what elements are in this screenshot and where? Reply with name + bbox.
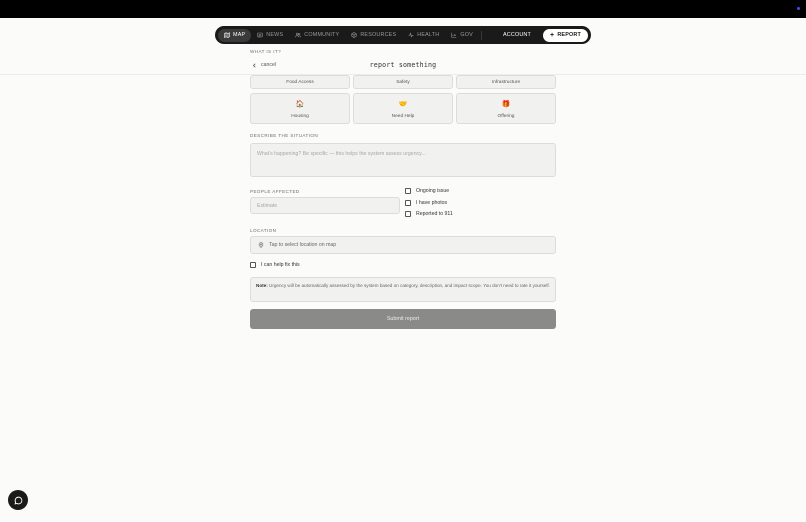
category-need-help[interactable]: 🤝 Need Help: [353, 93, 453, 124]
help-fix-checkbox[interactable]: I can help fix this: [250, 262, 300, 268]
nav-item-news[interactable]: NEWS: [251, 29, 289, 42]
checkbox-box[interactable]: [405, 188, 411, 194]
top-bar: [0, 0, 806, 18]
category-label: Food Access: [286, 80, 314, 85]
nav-label: RESOURCES: [360, 32, 397, 38]
page-title: report something: [369, 61, 437, 69]
users-icon: [295, 32, 302, 38]
have-photos-checkbox[interactable]: I have photos: [405, 200, 447, 206]
category-housing[interactable]: 🏠 Housing: [250, 93, 350, 124]
checkbox-box[interactable]: [405, 211, 411, 217]
ongoing-issue-checkbox[interactable]: Ongoing issue: [405, 188, 449, 194]
cancel-label: cancel: [261, 62, 276, 68]
main-nav: MAP NEWS COMMUNITY RESOURCES HEALTH GOV …: [215, 26, 591, 44]
checkbox-box[interactable]: [405, 200, 411, 206]
nav-label: ACCOUNT: [502, 32, 532, 38]
status-dot: [797, 7, 800, 10]
chat-button[interactable]: [8, 490, 28, 510]
nav-label: GOV: [460, 32, 473, 38]
nav-item-gov[interactable]: GOV: [445, 29, 479, 42]
describe-textarea[interactable]: What's happening? Be specific — this hel…: [250, 143, 556, 177]
chat-bubble-icon: [13, 496, 22, 505]
category-infrastructure[interactable]: Infrastructure: [456, 75, 556, 89]
house-icon: 🏠: [295, 101, 305, 108]
category-label: Need Help: [391, 114, 415, 119]
checkbox-label: Ongoing issue: [416, 188, 450, 194]
reported-911-checkbox[interactable]: Reported to 911: [405, 211, 453, 217]
location-placeholder: Tap to select location on map: [269, 242, 337, 248]
note-text: Urgency will be automatically assessed b…: [269, 283, 550, 288]
nav-item-community[interactable]: COMMUNITY: [289, 29, 345, 42]
nav-label: NEWS: [266, 32, 284, 38]
nav-item-map[interactable]: MAP: [218, 28, 252, 42]
report-button[interactable]: + REPORT: [543, 28, 588, 42]
checkbox-label: Reported to 911: [416, 211, 453, 217]
nav-item-resources[interactable]: RESOURCES: [345, 29, 402, 42]
nav-item-health[interactable]: HEALTH: [402, 29, 445, 42]
cancel-link[interactable]: cancel: [252, 62, 276, 68]
describe-label: DESCRIBE THE SITUATION: [250, 133, 319, 138]
newspaper-icon: [257, 32, 263, 38]
category-label: Housing: [291, 114, 309, 119]
map-pin-icon: [258, 242, 264, 248]
chart-icon: [451, 32, 457, 38]
category-label: Infrastructure: [491, 80, 521, 85]
category-food-access[interactable]: Food Access: [250, 75, 350, 89]
nav-separator: [480, 30, 482, 40]
submit-button[interactable]: Submit report: [250, 309, 556, 329]
checkbox-label: I can help fix this: [261, 262, 300, 268]
people-affected-label: PEOPLE AFFECTED: [250, 189, 300, 194]
location-input[interactable]: Tap to select location on map: [250, 236, 556, 254]
nav-item-account[interactable]: ACCOUNT: [497, 29, 537, 42]
location-label: LOCATION: [250, 228, 277, 233]
urgency-note: Note: Urgency will be automatically asse…: [250, 277, 556, 302]
box-icon: [351, 32, 357, 38]
people-affected-input[interactable]: Estimate: [250, 197, 400, 214]
nav-label: HEALTH: [417, 32, 440, 38]
what-is-it-label: WHAT IS IT?: [250, 49, 282, 54]
pulse-icon: [408, 32, 414, 38]
plus-icon: +: [550, 31, 555, 39]
checkbox-label: I have photos: [416, 200, 448, 206]
category-offering[interactable]: 🎁 Offering: [456, 93, 556, 124]
category-label: Offering: [497, 114, 515, 119]
category-safety[interactable]: Safety: [353, 75, 453, 89]
checkbox-box[interactable]: [250, 262, 256, 268]
nav-label: MAP: [233, 32, 246, 38]
people-placeholder: Estimate: [257, 203, 278, 209]
note-title: Note:: [256, 283, 268, 288]
form-header: report something cancel: [250, 60, 556, 72]
map-icon: [224, 32, 230, 38]
gift-icon: 🎁: [501, 101, 511, 108]
category-label: Safety: [396, 80, 410, 85]
nav-label: COMMUNITY: [304, 32, 340, 38]
describe-placeholder: What's happening? Be specific — this hel…: [257, 151, 426, 157]
handshake-icon: 🤝: [398, 101, 408, 108]
chevron-left-icon: [252, 62, 256, 68]
report-label: REPORT: [557, 32, 581, 38]
